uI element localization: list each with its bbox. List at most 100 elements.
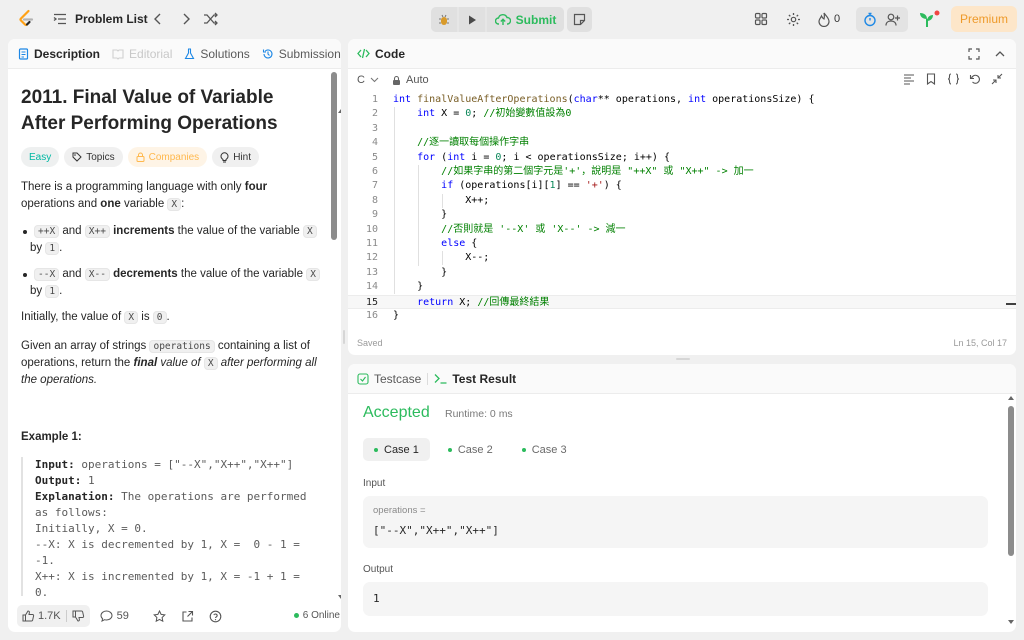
comments-button[interactable]: 59 xyxy=(100,610,129,622)
format-button[interactable] xyxy=(898,73,920,85)
collapse-panel-button[interactable] xyxy=(994,48,1006,60)
code-editor[interactable]: 1 int finalValueAfterOperations(char** op… xyxy=(348,93,1016,325)
topics-button[interactable]: Topics xyxy=(64,147,123,167)
code-line[interactable]: 5 for (int i = 0; i < operationsSize; i+… xyxy=(348,151,1016,165)
bookmark-button[interactable] xyxy=(920,73,942,85)
description-panel: Description Editorial Solutions Submissi… xyxy=(8,39,341,632)
online-indicator: 6 Online xyxy=(293,610,340,621)
case-tab-2[interactable]: Case 2 xyxy=(437,438,504,461)
book-icon xyxy=(112,48,124,60)
list-item: ++X and X++ increments the value of the … xyxy=(21,223,321,257)
code-line[interactable]: 2 int X = 0; //初始變數值設為0 xyxy=(348,107,1016,121)
code-line[interactable]: 15 return X; //回傳最終結果 xyxy=(348,294,1016,309)
input-variable-name: operations = xyxy=(373,505,426,516)
hint-button[interactable]: Hint xyxy=(212,147,259,167)
code-line[interactable]: 3 xyxy=(348,122,1016,136)
code-line[interactable]: 12 X--; xyxy=(348,251,1016,265)
next-problem-button[interactable] xyxy=(177,10,195,28)
pass-dot xyxy=(447,447,452,452)
leetcode-logo-icon[interactable] xyxy=(16,9,36,29)
grid-layout-icon xyxy=(754,12,768,26)
invite-button[interactable] xyxy=(885,9,901,29)
runtime-value: Runtime: 0 ms xyxy=(445,408,513,420)
code-line[interactable]: 9 } xyxy=(348,208,1016,222)
code-line[interactable]: 16} xyxy=(348,309,1016,323)
list-icon[interactable] xyxy=(53,12,67,26)
submit-button[interactable]: Submit xyxy=(487,7,564,32)
panel-resize-handle-vertical[interactable] xyxy=(343,330,345,344)
code-panel: Code C Auto 1 int finalValueAfterOperati… xyxy=(348,39,1016,355)
description-scroll-thumb[interactable] xyxy=(331,72,337,240)
random-problem-button[interactable] xyxy=(202,10,220,28)
run-button[interactable] xyxy=(459,7,485,32)
code-line[interactable]: 1 int finalValueAfterOperations(char** op… xyxy=(348,93,1016,107)
line-number: 2 xyxy=(371,108,378,120)
lock-icon xyxy=(393,75,400,85)
case-tab-1[interactable]: Case 1 xyxy=(363,438,430,461)
chevron-up-icon xyxy=(995,51,1005,57)
hint-label: Hint xyxy=(233,151,251,163)
language-select[interactable]: C xyxy=(357,74,379,86)
favorite-button[interactable] xyxy=(152,609,166,623)
shrink-editor-button[interactable] xyxy=(986,73,1008,85)
companies-button[interactable]: Companies xyxy=(127,147,208,167)
problem-list-link[interactable]: Problem List xyxy=(75,12,148,26)
dislike-button[interactable] xyxy=(72,610,85,622)
test-scroll-thumb[interactable] xyxy=(1008,406,1014,556)
plant-button[interactable] xyxy=(918,9,940,29)
code-text: //如果字串的第二個字元是'+'，說明是 "++X" 或 "X++" -> 加一 xyxy=(441,166,754,177)
tab-description[interactable]: Description xyxy=(18,39,100,69)
like-button[interactable]: 1.7K xyxy=(22,610,61,622)
settings-button[interactable] xyxy=(786,9,801,29)
example-output-value: 1 xyxy=(81,474,95,487)
problem-title: 2011. Final Value of Variable After Perf… xyxy=(21,87,278,134)
braces-button[interactable] xyxy=(942,73,964,85)
code-line[interactable]: 6 //如果字串的第二個字元是'+'，說明是 "++X" 或 "X++" -> … xyxy=(348,165,1016,179)
code-line[interactable]: 4 //逐一讀取每個操作字串 xyxy=(348,136,1016,150)
online-count: 6 Online xyxy=(302,610,340,621)
test-tabs: Testcase Test Result xyxy=(348,364,1016,394)
code-line[interactable]: 14 } xyxy=(348,280,1016,294)
code-line[interactable]: 11 else { xyxy=(348,237,1016,251)
auto-mode-toggle[interactable]: Auto xyxy=(392,74,429,86)
previous-problem-button[interactable] xyxy=(149,10,167,28)
premium-button[interactable]: Premium xyxy=(951,6,1017,32)
tab-code[interactable]: Code xyxy=(357,39,405,69)
line-number: 14 xyxy=(365,281,378,293)
submit-label: Submit xyxy=(515,12,557,27)
notes-button[interactable] xyxy=(567,7,592,32)
inline-code: X xyxy=(306,268,320,281)
initial-value-paragraph: Initially, the value of X is 0. xyxy=(21,309,321,326)
fullscreen-button[interactable] xyxy=(968,48,980,60)
help-button[interactable] xyxy=(209,610,222,623)
description-scrollbar[interactable] xyxy=(338,109,341,632)
tab-solutions[interactable]: Solutions xyxy=(184,39,250,69)
code-line[interactable]: 13 } xyxy=(348,266,1016,280)
debug-button[interactable] xyxy=(431,7,457,32)
code-line[interactable]: 8 X++; xyxy=(348,194,1016,208)
code-text: for (int i = 0; i < operationsSize; i++)… xyxy=(417,151,670,163)
chevron-right-icon xyxy=(183,13,190,25)
code-line[interactable]: 7 if (operations[i][1] == '+') { xyxy=(348,179,1016,193)
cloud-upload-icon xyxy=(494,14,511,25)
para-text: value of xyxy=(157,357,204,369)
tab-test-result[interactable]: Test Result xyxy=(434,364,516,394)
tab-testcase[interactable]: Testcase xyxy=(357,364,421,394)
intro-text: variable xyxy=(120,198,168,210)
code-line[interactable]: 10 //否則就是 '--X' 或 'X--' -> 減一 xyxy=(348,223,1016,237)
layout-button[interactable] xyxy=(754,9,768,29)
tab-editorial[interactable]: Editorial xyxy=(112,39,172,69)
share-button[interactable] xyxy=(181,610,194,623)
timer-button[interactable] xyxy=(863,9,877,29)
online-dot xyxy=(293,613,299,618)
tab-code-label: Code xyxy=(375,46,405,61)
streak-counter[interactable]: 0 xyxy=(818,9,840,29)
tab-submissions[interactable]: Submissions xyxy=(262,39,341,69)
case-tab-3[interactable]: Case 3 xyxy=(511,438,578,461)
scroll-down-icon xyxy=(1008,620,1014,624)
reset-code-button[interactable] xyxy=(964,73,986,85)
input-label: Input xyxy=(363,478,386,489)
tab-description-label: Description xyxy=(34,46,101,61)
panel-resize-handle[interactable] xyxy=(676,358,690,360)
inline-code: 0 xyxy=(152,311,167,324)
